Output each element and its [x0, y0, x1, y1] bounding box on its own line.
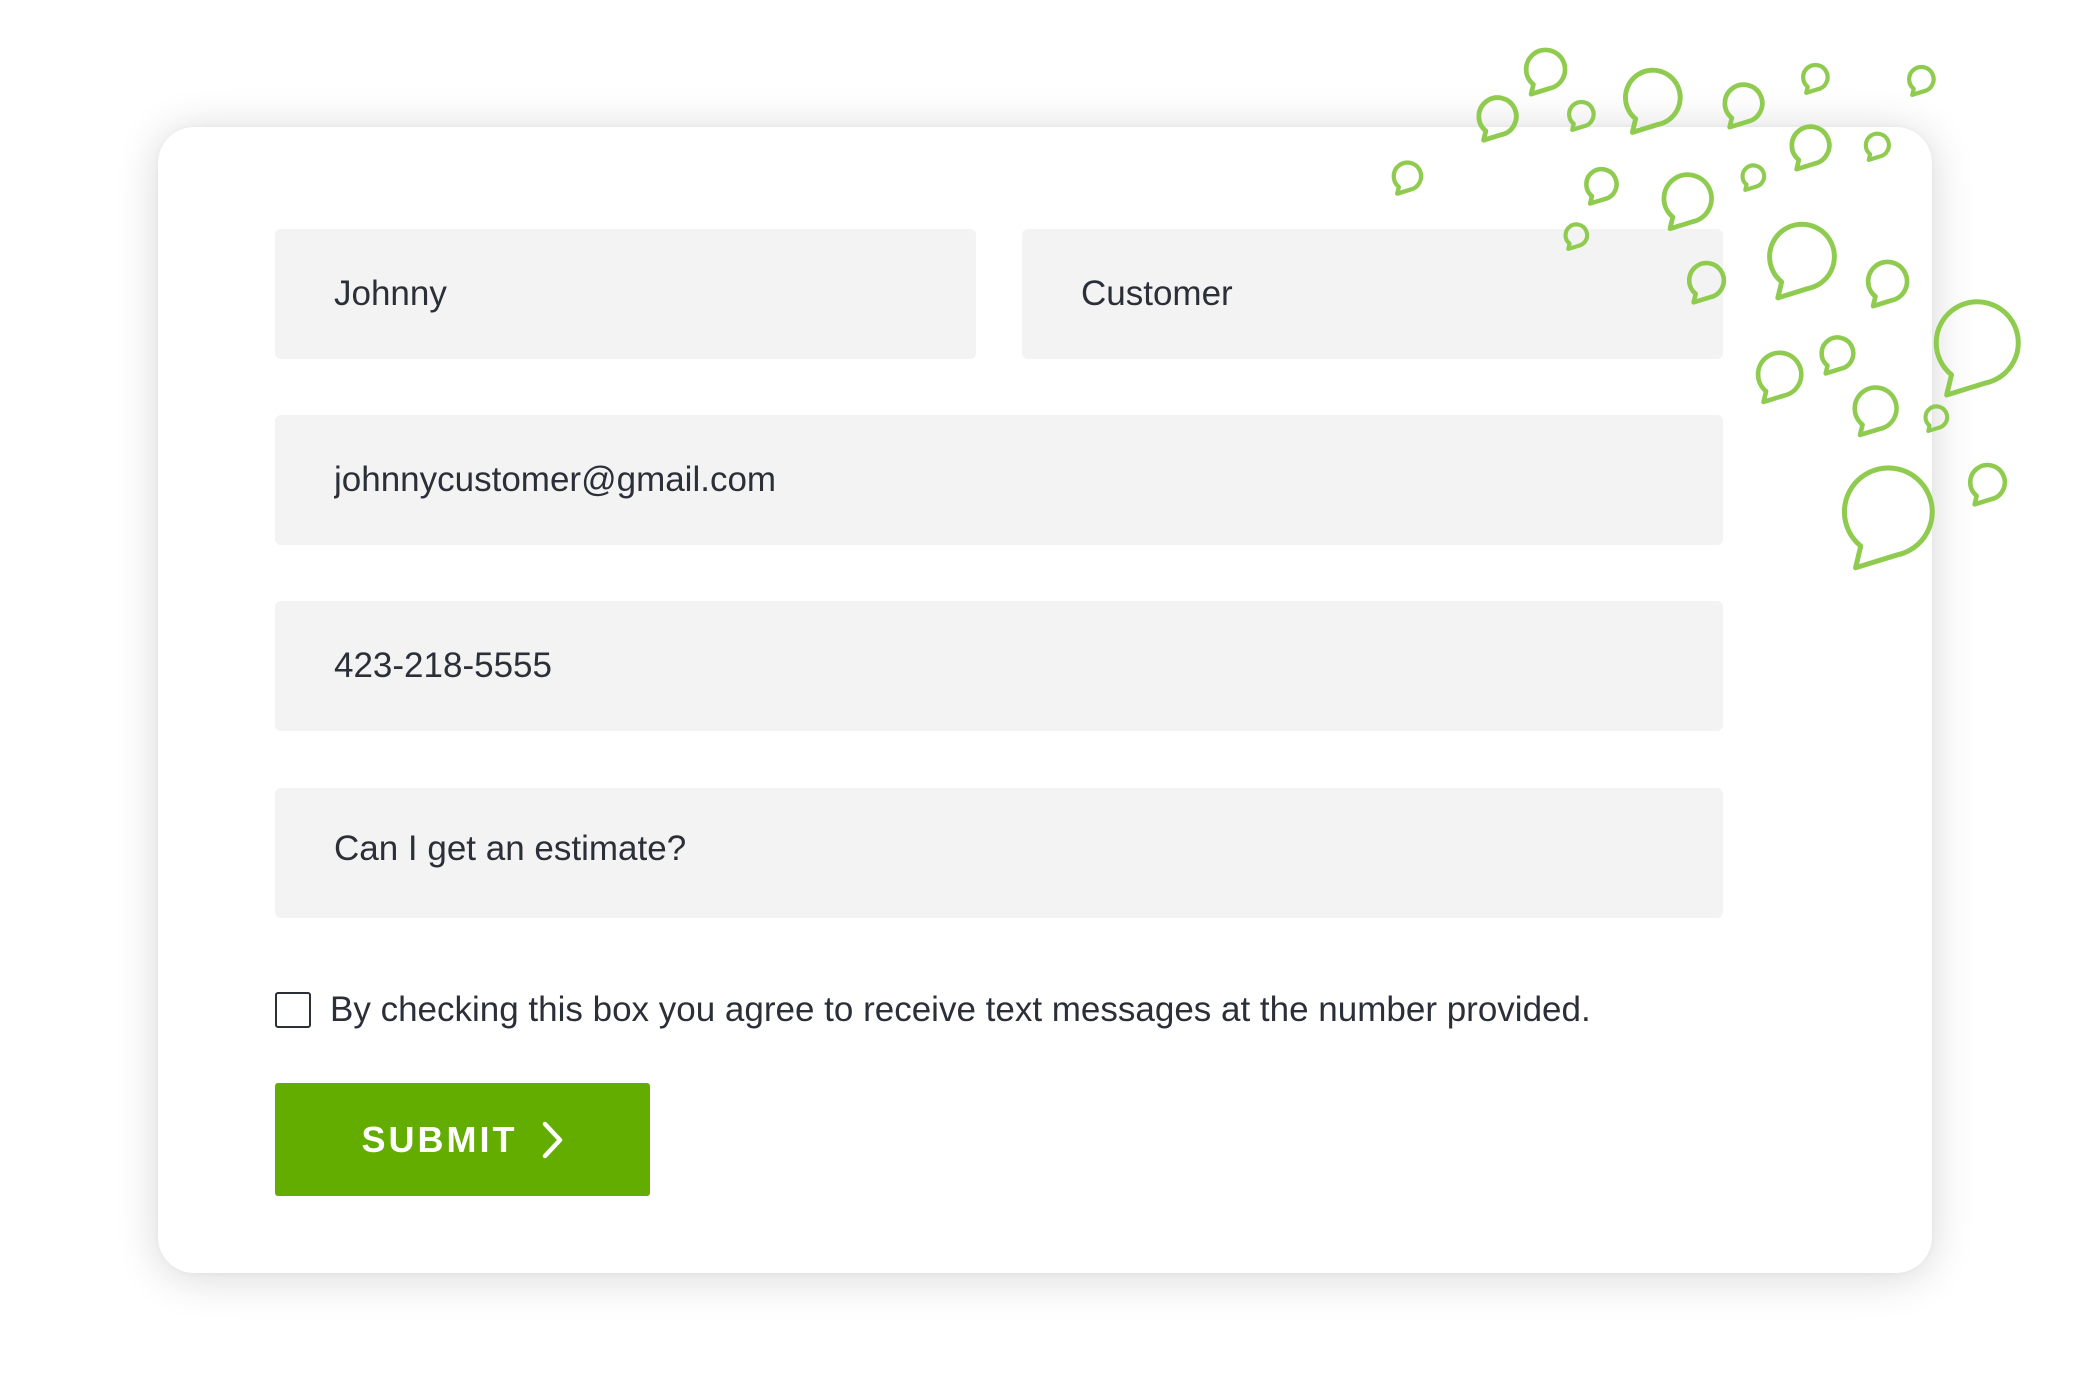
first-name-input[interactable] [334, 229, 976, 359]
submit-label: SUBMIT [361, 1118, 518, 1160]
first-name-field[interactable] [275, 229, 976, 359]
phone-field[interactable] [275, 601, 1723, 731]
email-field[interactable] [275, 415, 1723, 545]
sms-consent-checkbox[interactable] [275, 992, 311, 1028]
chat-bubble-icon [1569, 102, 1593, 130]
chat-bubble-icon [1526, 50, 1565, 94]
last-name-input[interactable] [1081, 229, 1723, 359]
sms-consent-label: By checking this box you agree to receiv… [330, 990, 1591, 1029]
chat-bubble-icon [1625, 70, 1680, 132]
last-name-field[interactable] [1022, 229, 1723, 359]
contact-form-card: By checking this box you agree to receiv… [158, 127, 1932, 1273]
chat-bubble-icon [1725, 85, 1762, 128]
chevron-right-icon [542, 1121, 564, 1159]
message-field[interactable] [275, 784, 1723, 918]
chat-bubble-icon [1970, 465, 2005, 504]
chat-bubble-icon [1909, 67, 1933, 95]
email-input[interactable] [334, 415, 1723, 545]
sms-consent: By checking this box you agree to receiv… [275, 984, 1591, 1036]
phone-input[interactable] [334, 601, 1723, 731]
message-input[interactable] [334, 784, 1723, 914]
chat-bubble-icon [1803, 65, 1827, 93]
submit-button[interactable]: SUBMIT [275, 1083, 650, 1196]
chat-bubble-icon [1936, 302, 2018, 395]
